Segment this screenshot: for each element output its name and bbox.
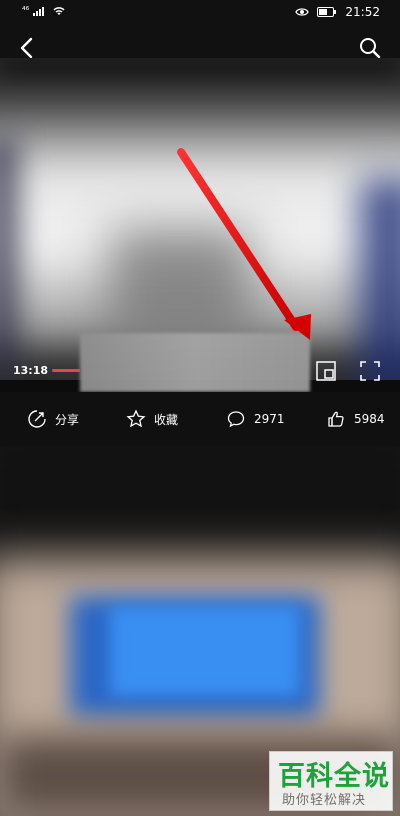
fullscreen-button[interactable] — [359, 360, 381, 382]
thumb-blur-blue-light — [110, 606, 300, 696]
pip-button[interactable] — [315, 360, 337, 382]
watermark: 百科全说 助你轻松解决 — [269, 751, 393, 811]
favorite-button[interactable]: 收藏 — [126, 392, 178, 446]
current-time: 13:18 — [13, 364, 49, 377]
pip-icon — [316, 361, 336, 381]
comment-icon — [227, 411, 245, 428]
wifi-icon — [53, 7, 65, 15]
video-blur-center — [110, 228, 250, 348]
status-bar: ⁴⁶ 21:52 — [0, 0, 400, 26]
status-left: ⁴⁶ — [22, 5, 67, 17]
comments-button[interactable]: 2971 — [226, 392, 285, 446]
signal-icon — [33, 7, 45, 16]
thumb-up-icon — [328, 411, 344, 427]
watermark-title: 百科全说 — [278, 761, 390, 791]
watermark-subtitle: 助你轻松解决 — [282, 793, 367, 808]
eye-icon — [295, 8, 310, 16]
favorite-label: 收藏 — [154, 412, 179, 427]
battery-icon — [317, 7, 337, 17]
likes-count: 5984 — [354, 412, 385, 426]
network-label: ⁴⁶ — [22, 6, 30, 16]
status-right: 21:52 — [295, 5, 380, 19]
like-button[interactable]: 5984 — [326, 392, 385, 446]
time-label: 21:52 — [345, 5, 380, 19]
video-blur-left — [0, 138, 20, 378]
progress-bar[interactable] — [52, 369, 80, 372]
share-icon — [28, 410, 46, 428]
share-button[interactable]: 分享 — [27, 392, 79, 446]
thumb-blur-top — [0, 446, 400, 566]
action-bar: 分享 收藏 2971 5984 — [0, 392, 400, 446]
blur-overlay — [80, 333, 310, 392]
video-blur-top — [0, 58, 400, 98]
star-icon — [126, 409, 146, 428]
comments-count: 2971 — [254, 412, 285, 426]
fullscreen-icon — [360, 361, 380, 381]
share-label: 分享 — [55, 412, 80, 427]
